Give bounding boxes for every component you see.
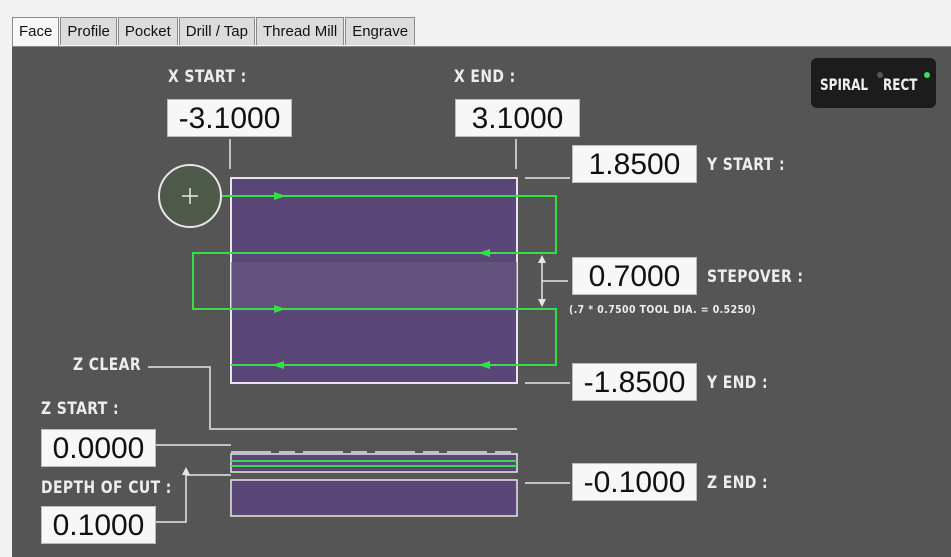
x-end-label: X END :: [454, 67, 516, 87]
rect-indicator-icon: [924, 72, 930, 78]
stepover-label: STEPOVER :: [707, 267, 804, 287]
y-end-input[interactable]: -1.8500: [572, 363, 697, 401]
tab-profile[interactable]: Profile: [60, 17, 117, 45]
side-view-stock-top: [230, 453, 518, 473]
stepover-note: (.7 * 0.7500 TOOL DIA. = 0.5250): [569, 303, 757, 316]
y-start-label: Y START :: [707, 155, 785, 175]
depth-of-cut-label: DEPTH OF CUT :: [41, 478, 172, 498]
x-start-label: X START :: [168, 67, 247, 87]
rect-label: RECT: [883, 75, 918, 94]
pass-band: [231, 262, 517, 310]
tab-bar: Face Profile Pocket Drill / Tap Thread M…: [12, 17, 416, 47]
tab-engrave[interactable]: Engrave: [345, 17, 416, 45]
tab-drill-tap[interactable]: Drill / Tap: [178, 17, 255, 45]
spiral-rect-toggle[interactable]: SPIRAL RECT: [811, 58, 936, 108]
x-end-input[interactable]: 3.1000: [455, 99, 580, 137]
x-start-input[interactable]: -3.1000: [167, 99, 292, 137]
depth-of-cut-input[interactable]: 0.1000: [41, 506, 156, 544]
tab-thread-mill[interactable]: Thread Mill: [256, 17, 345, 45]
tab-face[interactable]: Face: [12, 17, 60, 47]
stepover-input[interactable]: 0.7000: [572, 257, 697, 295]
z-start-label: Z START :: [41, 399, 119, 419]
face-operation-panel: SPIRAL RECT X START : -3.1000 X END : 3.…: [12, 46, 951, 557]
z-start-input[interactable]: 0.0000: [41, 429, 156, 467]
y-end-label: Y END :: [707, 373, 769, 393]
y-start-input[interactable]: 1.8500: [572, 145, 697, 183]
z-end-label: Z END :: [707, 473, 769, 493]
side-view-stock: [230, 479, 518, 517]
z-clear-label: Z CLEAR: [73, 355, 141, 375]
z-end-input[interactable]: -0.1000: [572, 463, 697, 501]
tab-pocket[interactable]: Pocket: [117, 17, 178, 45]
spiral-label: SPIRAL: [820, 75, 869, 94]
